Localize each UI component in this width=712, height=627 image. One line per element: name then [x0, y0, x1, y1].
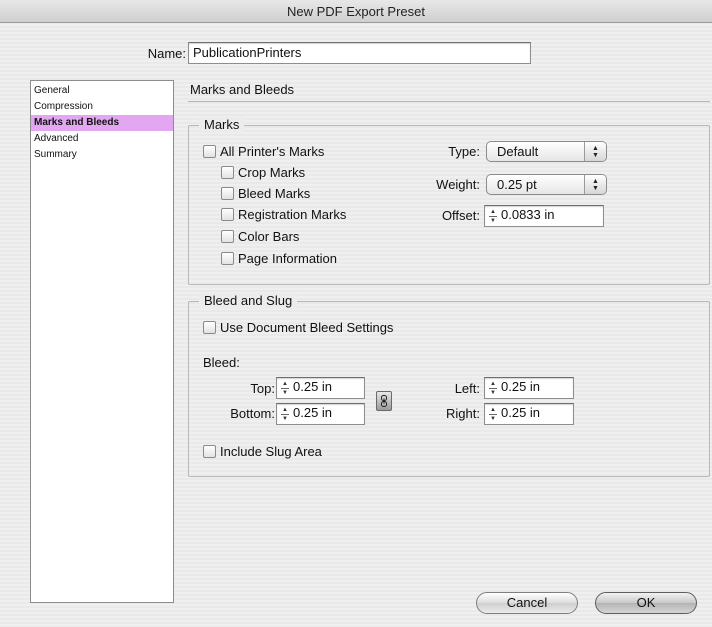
- name-label: Name:: [147, 46, 186, 61]
- checkbox-icon: [203, 145, 216, 158]
- use-document-bleed-label: Use Document Bleed Settings: [220, 320, 394, 335]
- bleed-and-slug-legend: Bleed and Slug: [199, 293, 298, 309]
- bleed-right-value: 0.25 in: [501, 405, 541, 420]
- panel-title-divider: [188, 101, 710, 102]
- chain-link-icon: [381, 395, 387, 407]
- stepper-icon[interactable]: ▲ ▼: [488, 407, 498, 422]
- crop-marks-checkbox[interactable]: Crop Marks: [221, 164, 305, 182]
- registration-marks-label: Registration Marks: [238, 207, 347, 222]
- stepper-icon[interactable]: ▲ ▼: [488, 381, 498, 396]
- bleed-bottom-value: 0.25 in: [293, 405, 333, 420]
- color-bars-checkbox[interactable]: Color Bars: [221, 228, 299, 246]
- include-slug-area-checkbox[interactable]: Include Slug Area: [203, 443, 322, 461]
- registration-marks-checkbox[interactable]: Registration Marks: [221, 206, 346, 224]
- offset-label: Offset:: [441, 208, 480, 223]
- checkbox-icon: [203, 445, 216, 458]
- sidebar-item-summary[interactable]: Summary: [31, 147, 173, 163]
- bleed-left-field[interactable]: ▲ ▼ 0.25 in: [484, 377, 574, 399]
- bleed-right-field[interactable]: ▲ ▼ 0.25 in: [484, 403, 574, 425]
- left-label: Left:: [454, 381, 480, 396]
- stepper-icon[interactable]: ▲ ▼: [488, 209, 498, 224]
- updown-arrows-icon: ▲ ▼: [584, 175, 606, 194]
- window-title: New PDF Export Preset: [0, 0, 712, 23]
- all-printers-marks-label: All Printer's Marks: [220, 144, 325, 159]
- all-printers-marks-checkbox[interactable]: All Printer's Marks: [203, 143, 324, 161]
- top-label: Top:: [250, 381, 275, 396]
- stepper-icon[interactable]: ▲ ▼: [280, 407, 290, 422]
- weight-label: Weight:: [436, 177, 480, 192]
- offset-value: 0.0833 in: [501, 207, 555, 222]
- bleed-top-field[interactable]: ▲ ▼ 0.25 in: [276, 377, 365, 399]
- bleed-bottom-field[interactable]: ▲ ▼ 0.25 in: [276, 403, 365, 425]
- checkbox-icon: [203, 321, 216, 334]
- weight-select-value: 0.25 pt: [497, 177, 537, 192]
- offset-field[interactable]: ▲ ▼ 0.0833 in: [484, 205, 604, 227]
- updown-arrows-icon: ▲ ▼: [584, 142, 606, 161]
- checkbox-icon: [221, 230, 234, 243]
- panel-title: Marks and Bleeds: [190, 82, 295, 97]
- page-information-label: Page Information: [238, 251, 338, 266]
- type-select[interactable]: Default ▲ ▼: [486, 141, 607, 162]
- marks-legend: Marks: [199, 117, 245, 133]
- name-field[interactable]: PublicationPrinters: [188, 42, 531, 64]
- bleed-top-value: 0.25 in: [293, 379, 333, 394]
- type-label: Type:: [448, 144, 480, 159]
- bleed-marks-label: Bleed Marks: [238, 186, 311, 201]
- checkbox-icon: [221, 166, 234, 179]
- sidebar-item-general[interactable]: General: [31, 83, 173, 99]
- ok-button[interactable]: OK: [595, 592, 697, 614]
- use-document-bleed-checkbox[interactable]: Use Document Bleed Settings: [203, 319, 393, 337]
- stepper-icon[interactable]: ▲ ▼: [280, 381, 290, 396]
- checkbox-icon: [221, 208, 234, 221]
- checkbox-icon: [221, 187, 234, 200]
- dialog-window: New PDF Export Preset Name: PublicationP…: [0, 0, 712, 627]
- crop-marks-label: Crop Marks: [238, 165, 306, 180]
- type-select-value: Default: [497, 144, 539, 159]
- sidebar-item-marks-and-bleeds[interactable]: Marks and Bleeds: [31, 115, 173, 131]
- checkbox-icon: [221, 252, 234, 265]
- sidebar-item-advanced[interactable]: Advanced: [31, 131, 173, 147]
- color-bars-label: Color Bars: [238, 229, 300, 244]
- weight-select[interactable]: 0.25 pt ▲ ▼: [486, 174, 607, 195]
- page-information-checkbox[interactable]: Page Information: [221, 250, 337, 268]
- bleed-label: Bleed:: [203, 355, 240, 370]
- sidebar-item-compression[interactable]: Compression: [31, 99, 173, 115]
- link-chain-icon[interactable]: [376, 391, 392, 411]
- right-label: Right:: [446, 406, 480, 421]
- bottom-label: Bottom:: [230, 406, 275, 421]
- cancel-button[interactable]: Cancel: [476, 592, 578, 614]
- include-slug-area-label: Include Slug Area: [220, 444, 322, 459]
- category-list: General Compression Marks and Bleeds Adv…: [30, 80, 174, 603]
- bleed-marks-checkbox[interactable]: Bleed Marks: [221, 185, 310, 203]
- bleed-left-value: 0.25 in: [501, 379, 541, 394]
